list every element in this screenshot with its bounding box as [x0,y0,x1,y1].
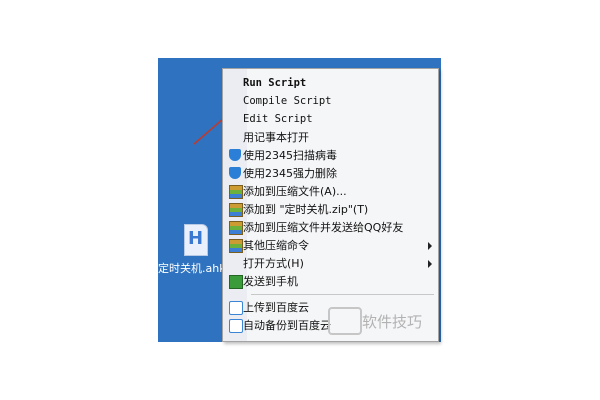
menu-item-add-to-zip[interactable]: 添加到 "定时关机.zip"(T) [223,201,438,218]
menu-item-label: 上传到百度云 [243,301,309,314]
watermark-logo-icon [328,307,362,335]
menu-item-send-to-phone[interactable]: 发送到手机 [223,273,438,290]
menu-item-open-with[interactable]: 打开方式(H) [223,255,438,272]
menu-item-other-compress[interactable]: 其他压缩命令 [223,237,438,254]
ahk-file-icon[interactable]: H [184,224,208,256]
submenu-arrow-icon [428,260,432,268]
watermark-text: 软件技巧 [362,313,423,331]
menu-item-edit-script[interactable]: Edit Script [223,111,438,128]
menu-item-label: 使用2345强力删除 [243,167,337,180]
file-name-label: 定时关机.ahk [158,262,226,275]
cloud-icon [229,301,243,315]
watermark: 软件技巧 [328,305,448,335]
archive-icon [229,203,243,217]
menu-item-label: Compile Script [243,95,332,107]
context-menu: Run Script Compile Script Edit Script 用记… [222,68,439,342]
cloud-icon [229,319,243,333]
file-icon-letter: H [188,228,204,249]
menu-item-label: 添加到 "定时关机.zip"(T) [243,203,369,216]
menu-item-label: 用记事本打开 [243,131,309,144]
archive-icon [229,221,243,235]
archive-icon [229,185,243,199]
menu-item-add-to-archive[interactable]: 添加到压缩文件(A)... [223,183,438,200]
menu-item-label: 其他压缩命令 [243,239,309,252]
menu-item-open-notepad[interactable]: 用记事本打开 [223,129,438,146]
menu-item-2345-scan[interactable]: 使用2345扫描病毒 [223,147,438,164]
phone-icon [229,275,243,289]
menu-item-label: 使用2345扫描病毒 [243,149,337,162]
shield-icon [229,167,241,179]
menu-item-label: 添加到压缩文件并发送给QQ好友 [243,221,404,234]
menu-item-compile-script[interactable]: Compile Script [223,93,438,110]
menu-item-run-script[interactable]: Run Script [223,75,438,92]
menu-separator [251,294,434,295]
menu-item-label: Run Script [243,77,307,89]
menu-item-label: Edit Script [243,113,313,125]
shield-icon [229,149,241,161]
menu-item-label: 自动备份到百度云 [243,319,331,332]
submenu-arrow-icon [428,242,432,250]
menu-item-label: 发送到手机 [243,275,298,288]
menu-item-archive-send-qq[interactable]: 添加到压缩文件并发送给QQ好友 [223,219,438,236]
archive-icon [229,239,243,253]
menu-item-label: 添加到压缩文件(A)... [243,185,347,198]
menu-item-label: 打开方式(H) [243,257,304,270]
menu-item-2345-delete[interactable]: 使用2345强力删除 [223,165,438,182]
